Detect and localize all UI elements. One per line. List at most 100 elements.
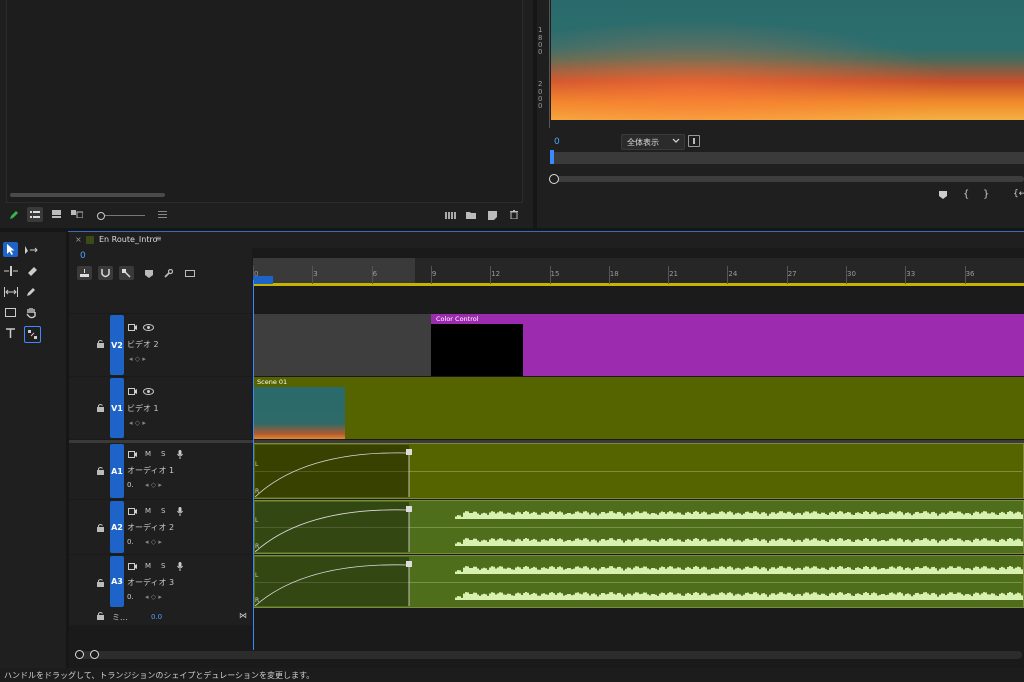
- lock-icon[interactable]: [95, 611, 105, 621]
- new-bin-icon[interactable]: [465, 209, 477, 221]
- pencil-icon[interactable]: [8, 209, 20, 221]
- razor-tool-icon[interactable]: [24, 263, 39, 278]
- film-icon[interactable]: [127, 387, 137, 396]
- project-scrollbar[interactable]: [10, 193, 165, 197]
- timeline-tab[interactable]: × En Route_Intro ≡: [69, 232, 1024, 248]
- monitor-scroll-handle[interactable]: [549, 174, 559, 184]
- film-icon[interactable]: [127, 323, 137, 332]
- pen-tool-icon[interactable]: [24, 284, 39, 299]
- transition-fade-curve[interactable]: [255, 445, 415, 497]
- timeline-scroll-start-handle[interactable]: [75, 650, 84, 659]
- lock-icon[interactable]: [95, 578, 105, 588]
- zoom-slider[interactable]: [95, 210, 145, 220]
- video-frame-haze: [551, 0, 1024, 120]
- solo-button[interactable]: S: [161, 562, 165, 570]
- selection-tool-icon[interactable]: [3, 242, 18, 257]
- eye-icon[interactable]: [142, 387, 154, 396]
- mark-out-icon[interactable]: }: [983, 189, 989, 200]
- snap-icon[interactable]: [98, 266, 113, 280]
- microphone-icon[interactable]: [175, 449, 184, 460]
- monitor-playhead[interactable]: [550, 150, 554, 164]
- project-content-area[interactable]: [6, 0, 523, 203]
- solo-button[interactable]: S: [161, 507, 165, 515]
- settings-icon[interactable]: [688, 135, 700, 147]
- track-target-a2[interactable]: A2: [110, 501, 124, 553]
- track-target-v2[interactable]: V2: [110, 315, 124, 375]
- freeform-view-icon[interactable]: [70, 208, 84, 220]
- playhead-timecode[interactable]: 0: [80, 251, 86, 261]
- track-target-v1[interactable]: V1: [110, 378, 124, 438]
- slip-tool-icon[interactable]: [3, 284, 18, 299]
- keyframe-nav-a2[interactable]: ◂ ◇ ▸: [145, 538, 162, 546]
- ruler-tick-mark: [727, 266, 729, 284]
- linked-selection-icon[interactable]: [119, 266, 134, 280]
- add-marker-icon[interactable]: [938, 190, 948, 200]
- mute-button[interactable]: M: [145, 507, 151, 515]
- transition-fade-curve[interactable]: [255, 502, 415, 552]
- film-icon[interactable]: [127, 507, 137, 516]
- hand-tool-icon[interactable]: [24, 305, 39, 320]
- mute-button[interactable]: M: [145, 562, 151, 570]
- film-icon[interactable]: [127, 450, 137, 459]
- lock-icon[interactable]: [95, 403, 105, 413]
- lock-icon[interactable]: [95, 466, 105, 476]
- track-select-forward-icon[interactable]: [24, 242, 39, 257]
- mix-collapse-icon[interactable]: ⋈: [239, 611, 247, 620]
- keyframe-nav-a3[interactable]: ◂ ◇ ▸: [145, 593, 162, 601]
- microphone-icon[interactable]: [175, 561, 184, 572]
- mute-button[interactable]: M: [145, 450, 151, 458]
- zoom-select-value: 全体表示: [627, 138, 659, 147]
- keyframe-nav-v1[interactable]: ◂ ◇ ▸: [129, 419, 146, 427]
- captions-icon[interactable]: [184, 268, 196, 279]
- icon-view-icon[interactable]: [50, 208, 62, 220]
- track-volume-a1[interactable]: 0.: [127, 481, 134, 489]
- automate-sequence-icon[interactable]: [443, 209, 457, 221]
- track-volume-a2[interactable]: 0.: [127, 538, 134, 546]
- go-to-in-icon[interactable]: {←: [1013, 189, 1024, 199]
- track-volume-a3[interactable]: 0.: [127, 593, 134, 601]
- ruler-mark-5: 2: [538, 80, 543, 88]
- gap-clip-v2: [253, 314, 431, 376]
- wrench-icon[interactable]: [163, 268, 174, 279]
- work-area-bar[interactable]: [253, 283, 1024, 286]
- monitor-time-ruler[interactable]: [551, 152, 1024, 164]
- list-view-icon[interactable]: [27, 207, 43, 222]
- transition-fade-curve[interactable]: [255, 557, 415, 606]
- film-icon[interactable]: [127, 562, 137, 571]
- lock-icon[interactable]: [95, 339, 105, 349]
- mark-in-icon[interactable]: {: [963, 189, 969, 200]
- sort-icon[interactable]: [156, 209, 168, 221]
- lock-icon[interactable]: [95, 523, 105, 533]
- new-item-icon[interactable]: [486, 209, 498, 221]
- solo-button[interactable]: S: [161, 450, 165, 458]
- zoom-select[interactable]: 全体表示: [621, 134, 685, 150]
- rectangle-tool-icon[interactable]: [3, 305, 18, 320]
- status-text: ハンドルをドラッグして、トランジションのシェイプとデュレーションを変更します。: [4, 671, 315, 680]
- tab-menu-icon[interactable]: ≡: [155, 234, 162, 243]
- timeline-scroll-end-handle[interactable]: [90, 650, 99, 659]
- ruler-tick-label: 33: [906, 270, 916, 278]
- transition-tool-icon[interactable]: [24, 326, 41, 343]
- track-target-a1[interactable]: A1: [110, 444, 124, 498]
- clip-scene-01[interactable]: [253, 377, 1024, 439]
- ruler-tick-label: 30: [847, 270, 856, 278]
- mix-value[interactable]: 0.0: [151, 613, 162, 621]
- type-tool-icon[interactable]: [3, 326, 18, 341]
- insert-nest-icon[interactable]: [77, 266, 92, 280]
- eye-icon[interactable]: [142, 323, 154, 332]
- program-timecode[interactable]: 0: [554, 137, 560, 147]
- ripple-edit-tool-icon[interactable]: [3, 263, 18, 278]
- ruler-mark-4: 0: [538, 48, 543, 56]
- timeline-scrollbar[interactable]: [77, 651, 1022, 659]
- monitor-scrollbar[interactable]: [551, 176, 1024, 182]
- microphone-icon[interactable]: [175, 506, 184, 517]
- ruler-tick-label: 6: [372, 270, 378, 278]
- keyframe-nav-a1[interactable]: ◂ ◇ ▸: [145, 481, 162, 489]
- close-tab-icon[interactable]: ×: [75, 235, 82, 244]
- trash-icon[interactable]: [508, 208, 520, 220]
- track-target-a3[interactable]: A3: [110, 556, 124, 607]
- ruler-playhead-marker[interactable]: [253, 276, 273, 284]
- ruler-tick-label: 9: [431, 270, 437, 278]
- add-marker-icon[interactable]: [143, 268, 154, 279]
- keyframe-nav-v2[interactable]: ◂ ◇ ▸: [129, 355, 146, 363]
